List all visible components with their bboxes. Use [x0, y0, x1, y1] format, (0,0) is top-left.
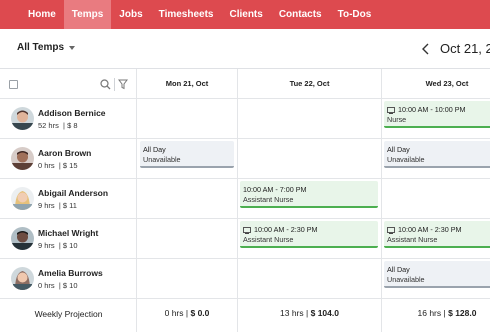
unavailable-card[interactable]: All Day Unavailable: [140, 141, 234, 168]
avatar: [11, 267, 34, 290]
unavailable-card[interactable]: All Day Unavailable: [384, 261, 490, 288]
shift-card[interactable]: 10:00 AM - 2:30 PM Assistant Nurse: [240, 221, 378, 248]
avatar: [11, 227, 34, 250]
temp-row-addison[interactable]: Addison Bernice 52 hrs | $ 8: [0, 99, 137, 139]
temp-row-amelia[interactable]: Amelia Burrows 0 hrs | $ 10: [0, 259, 137, 299]
weekly-total-tue: 13 hrs | $ 104.0: [280, 308, 339, 318]
nav-home[interactable]: Home: [20, 0, 64, 29]
chevron-down-icon: [69, 45, 76, 50]
avatar: [11, 107, 34, 130]
nav-todos[interactable]: To-Dos: [330, 0, 380, 29]
schedule-grid: Mon 21, Oct Tue 22, Oct Wed 23, Oct Addi…: [0, 68, 490, 332]
temp-name: Abigail Anderson: [38, 188, 109, 198]
temp-name: Amelia Burrows: [38, 268, 103, 278]
weekly-total-mon: 0 hrs | $ 0.0: [164, 308, 210, 318]
weekly-total-wed: 16 hrs | $ 128.0: [417, 308, 477, 318]
unavailable-card[interactable]: All Day Unavailable: [384, 141, 490, 168]
weekly-projection-label: Weekly Projection: [34, 309, 103, 319]
temps-filter-label: All Temps: [17, 42, 65, 53]
select-all-checkbox[interactable]: [9, 80, 18, 89]
shift-card[interactable]: 10:00 AM - 7:00 PM Assistant Nurse: [240, 181, 378, 208]
chevron-left-icon[interactable]: [421, 43, 431, 55]
temp-stats: 0 hrs | $ 10: [38, 281, 78, 290]
temp-name: Aaron Brown: [38, 148, 92, 158]
temp-name: Addison Bernice: [38, 108, 106, 118]
avatar: [11, 187, 34, 210]
search-icon[interactable]: [100, 79, 111, 90]
nav-temps[interactable]: Temps: [63, 0, 112, 29]
shift-card[interactable]: 10:00 AM - 10:00 PM Nurse: [384, 101, 490, 128]
temp-row-michael[interactable]: Michael Wright 9 hrs | $ 10: [0, 219, 137, 259]
temp-stats: 9 hrs | $ 11: [38, 201, 77, 210]
temp-row-abigail[interactable]: Abigail Anderson 9 hrs | $ 11: [0, 179, 137, 219]
nav-contacts[interactable]: Contacts: [271, 0, 330, 29]
repeat-icon: [387, 226, 395, 234]
nav-jobs[interactable]: Jobs: [111, 0, 150, 29]
day-header-wed: Wed 23, Oct: [425, 79, 469, 88]
day-header-tue: Tue 22, Oct: [289, 79, 330, 88]
temp-name: Michael Wright: [38, 228, 99, 238]
nav-timesheets[interactable]: Timesheets: [151, 0, 222, 29]
temps-filter-dropdown[interactable]: All Temps: [17, 42, 76, 53]
nav-clients[interactable]: Clients: [221, 0, 270, 29]
day-header-mon: Mon 21, Oct: [165, 79, 209, 88]
top-nav: Home Temps Jobs Timesheets Clients Conta…: [0, 0, 490, 29]
avatar: [11, 147, 34, 170]
shift-card[interactable]: 10:00 AM - 2:30 PM Assistant Nurse: [384, 221, 490, 248]
temp-stats: 52 hrs | $ 8: [38, 121, 78, 130]
date-range-title: Oct 21, 201: [440, 41, 490, 56]
filter-icon[interactable]: [118, 79, 128, 90]
temp-stats: 9 hrs | $ 10: [38, 241, 78, 250]
temp-row-aaron[interactable]: Aaron Brown 0 hrs | $ 15: [0, 139, 137, 179]
temp-stats: 0 hrs | $ 15: [38, 161, 78, 170]
repeat-icon: [387, 106, 395, 114]
repeat-icon: [243, 226, 251, 234]
schedule-toolbar: All Temps Oct 21, 201: [0, 29, 490, 68]
